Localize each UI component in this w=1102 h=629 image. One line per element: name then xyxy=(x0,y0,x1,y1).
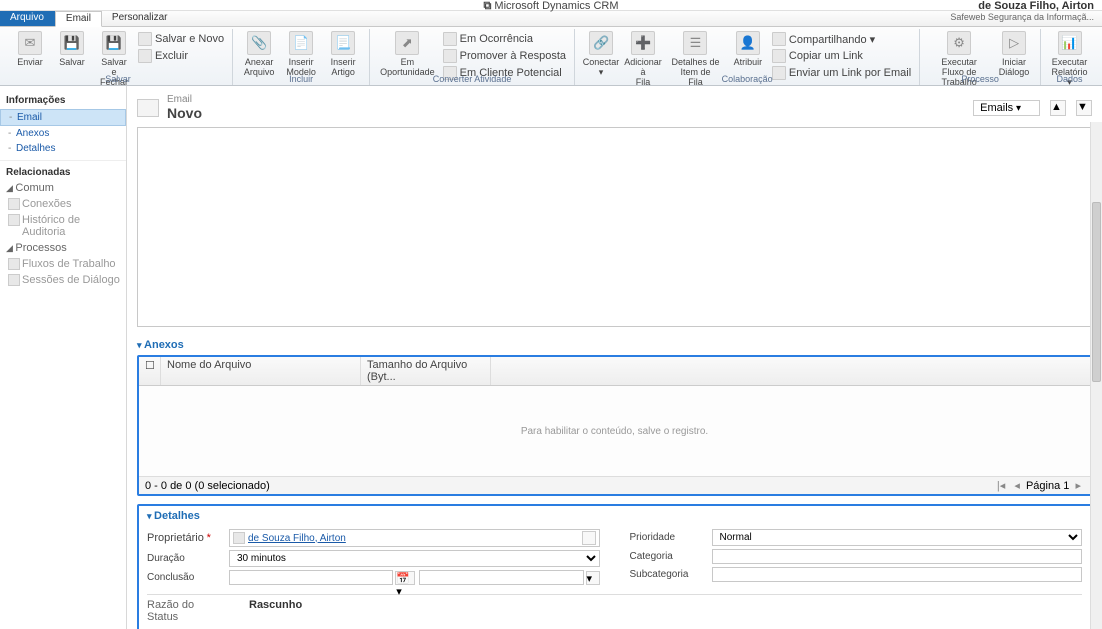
nav-auditoria[interactable]: Histórico de Auditoria xyxy=(0,212,126,240)
pager-prev[interactable]: ◂ xyxy=(1011,480,1023,492)
form-header: Email Novo Emails ▾ ▲ ▼ xyxy=(137,94,1092,121)
assign-button[interactable]: 👤Atribuir xyxy=(728,29,768,69)
email-body-editor[interactable] xyxy=(137,127,1092,327)
prioridade-select[interactable]: Normal xyxy=(712,529,1083,546)
group-label-dados: Dados xyxy=(1041,74,1098,84)
status-bar: Razão do Status Rascunho xyxy=(147,594,1082,623)
tab-file[interactable]: Arquivo xyxy=(0,11,55,26)
nav-down-button[interactable]: ▼ xyxy=(1076,100,1092,116)
copy-link-button[interactable]: Copiar um Link xyxy=(770,48,913,64)
ribbon-group-incluir: 📎Anexar Arquivo 📄Inserir Modelo 📃Inserir… xyxy=(233,29,370,85)
delete-button[interactable]: Excluir xyxy=(136,48,226,64)
anexos-count: 0 - 0 de 0 (0 selecionado) xyxy=(145,480,270,492)
status-value: Rascunho xyxy=(249,599,302,623)
col-checkbox[interactable]: ☐ xyxy=(139,357,161,385)
nav-email[interactable]: Email xyxy=(0,109,126,126)
ribbon-group-colab: 🔗Conectar ▾ ➕Adicionar à Fila ☰Detalhes … xyxy=(575,29,920,85)
status-label: Razão do Status xyxy=(147,599,219,623)
ribbon-group-salvar: ✉Enviar 💾Salvar 💾Salvar e Fechar Salvar … xyxy=(4,29,233,85)
attach-file-button[interactable]: 📎Anexar Arquivo xyxy=(239,29,279,79)
group-label-colab: Colaboração xyxy=(575,74,919,84)
tab-email[interactable]: Email xyxy=(55,11,102,27)
user-icon xyxy=(233,532,245,544)
nav-related-head: Relacionadas xyxy=(0,160,126,180)
connect-button[interactable]: 🔗Conectar ▾ xyxy=(581,29,621,79)
proprietario-link[interactable]: de Souza Filho, Airton xyxy=(248,533,346,544)
subcategoria-input[interactable] xyxy=(712,567,1083,582)
mail-icon xyxy=(137,99,159,117)
time-dropdown-icon[interactable]: ▾ xyxy=(586,571,600,585)
lbl-conclusao: Conclusão xyxy=(147,572,219,583)
lbl-duracao: Duração xyxy=(147,553,219,564)
save-button[interactable]: 💾Salvar xyxy=(52,29,92,69)
pager-first[interactable]: |◂ xyxy=(994,480,1008,492)
vertical-scrollbar[interactable] xyxy=(1090,122,1102,629)
group-label-converter: Converter Atividade xyxy=(370,74,574,84)
lbl-proprietario: Proprietário * xyxy=(147,532,219,544)
username: de Souza Filho, Airton xyxy=(950,0,1094,12)
user-info[interactable]: de Souza Filho, Airton Safeweb Segurança… xyxy=(950,0,1094,22)
lbl-prioridade: Prioridade xyxy=(630,532,702,543)
conclusao-date-input[interactable] xyxy=(229,570,393,585)
nav-info-head: Informações xyxy=(0,92,126,109)
tab-personalize[interactable]: Personalizar xyxy=(102,11,179,26)
start-dialog-button[interactable]: ▷Iniciar Diálogo xyxy=(994,29,1034,79)
group-label-salvar: Salvar xyxy=(4,74,232,84)
anexos-grid: ☐ Nome do Arquivo Tamanho do Arquivo (By… xyxy=(137,355,1092,496)
title-bar: ⧉ Microsoft Dynamics CRM de Souza Filho,… xyxy=(0,0,1102,11)
group-label-processo: Processo xyxy=(920,74,1040,84)
send-button[interactable]: ✉Enviar xyxy=(10,29,50,69)
record-title: Novo xyxy=(167,105,202,121)
nav-fluxos[interactable]: Fluxos de Trabalho xyxy=(0,256,126,272)
ribbon-group-processo: ⚙Executar Fluxo de Trabalho ▷Iniciar Diá… xyxy=(920,29,1041,85)
nav-detalhes[interactable]: Detalhes xyxy=(0,141,126,156)
conclusao-time-input[interactable] xyxy=(419,570,583,585)
nav-comum[interactable]: ◢ Comum xyxy=(0,180,126,196)
nav-sessoes[interactable]: Sessões de Diálogo xyxy=(0,272,126,288)
lookup-icon[interactable] xyxy=(582,531,596,545)
to-opportunity-button[interactable]: ⬈Em Oportunidade xyxy=(376,29,439,79)
promote-reply-button[interactable]: Promover à Resposta xyxy=(441,48,568,64)
lbl-categoria: Categoria xyxy=(630,551,702,562)
product-title: ⧉ Microsoft Dynamics CRM xyxy=(484,0,619,13)
section-detalhes-head[interactable]: Detalhes xyxy=(147,510,1082,526)
sidebar: Informações Email Anexos Detalhes Relaci… xyxy=(0,86,127,629)
tab-row: Arquivo Email Personalizar xyxy=(0,11,1102,27)
duracao-select[interactable]: 30 minutos xyxy=(229,550,600,567)
ribbon: ✉Enviar 💾Salvar 💾Salvar e Fechar Salvar … xyxy=(0,27,1102,86)
nav-anexos[interactable]: Anexos xyxy=(0,126,126,141)
ribbon-group-converter: ⬈Em Oportunidade Em Ocorrência Promover … xyxy=(370,29,575,85)
col-nome[interactable]: Nome do Arquivo xyxy=(161,357,361,385)
pager-page: Página 1 xyxy=(1026,480,1069,492)
col-tamanho[interactable]: Tamanho do Arquivo (Byt... xyxy=(361,357,491,385)
ribbon-group-dados: 📊Executar Relatório ▾ Dados xyxy=(1041,29,1098,85)
insert-article-button[interactable]: 📃Inserir Artigo xyxy=(323,29,363,79)
sharing-button[interactable]: Compartilhando ▾ xyxy=(770,31,913,47)
content-area: Email Novo Emails ▾ ▲ ▼ Anexos ☐ Nome do… xyxy=(127,86,1102,629)
anexos-empty: Para habilitar o conteúdo, salve o regis… xyxy=(139,386,1090,476)
calendar-icon[interactable]: 📅▾ xyxy=(395,571,415,585)
org-name: Safeweb Segurança da Informaçã... xyxy=(950,12,1094,22)
categoria-input[interactable] xyxy=(712,549,1083,564)
nav-conexoes[interactable]: Conexões xyxy=(0,196,126,212)
nav-up-button[interactable]: ▲ xyxy=(1050,100,1066,116)
pager-next[interactable]: ▸ xyxy=(1072,480,1084,492)
group-label-incluir: Incluir xyxy=(233,74,369,84)
save-new-button[interactable]: Salvar e Novo xyxy=(136,31,226,47)
entity-name: Email xyxy=(167,94,202,105)
view-selector[interactable]: Emails ▾ xyxy=(973,100,1040,116)
detalhes-section: Detalhes Proprietário * de Souza Filho, … xyxy=(137,504,1092,629)
to-case-button[interactable]: Em Ocorrência xyxy=(441,31,568,47)
nav-processos[interactable]: ◢ Processos xyxy=(0,240,126,256)
lbl-subcategoria: Subcategoria xyxy=(630,569,702,580)
section-anexos-head[interactable]: Anexos xyxy=(137,335,1092,355)
insert-template-button[interactable]: 📄Inserir Modelo xyxy=(281,29,321,79)
